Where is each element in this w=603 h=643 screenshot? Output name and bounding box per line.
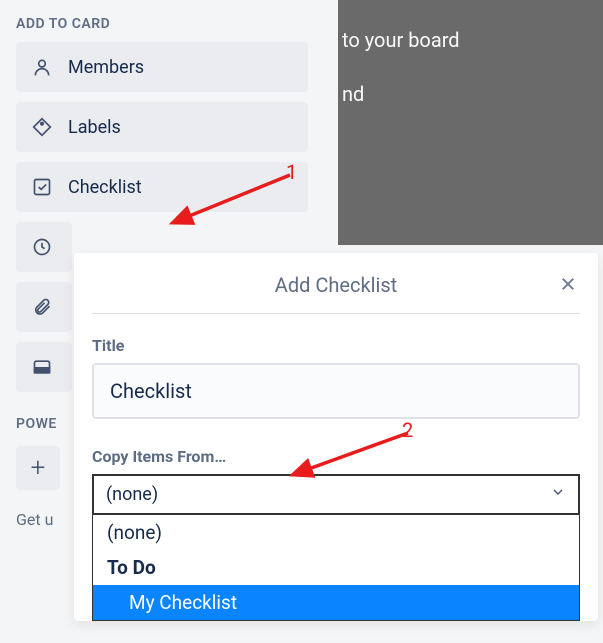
select-value: (none) bbox=[106, 484, 158, 505]
background-text: nd bbox=[342, 82, 364, 106]
add-powerup-button[interactable]: + bbox=[16, 446, 60, 490]
chevron-down-icon bbox=[550, 484, 566, 505]
person-icon bbox=[30, 55, 54, 79]
copy-from-label: Copy Items From… bbox=[92, 447, 580, 466]
tag-icon bbox=[30, 115, 54, 139]
checklist-button[interactable]: Checklist bbox=[16, 162, 308, 212]
background-text: to your board bbox=[342, 28, 460, 52]
add-checklist-popover: Add Checklist Title Copy Items From… (no… bbox=[74, 253, 598, 621]
modal-backdrop: to your board nd bbox=[338, 0, 603, 245]
button-label: Members bbox=[68, 57, 144, 78]
button-label: Checklist bbox=[68, 177, 142, 198]
popover-title: Add Checklist bbox=[92, 267, 580, 314]
copy-from-dropdown: (none) To Do My Checklist bbox=[92, 515, 580, 621]
attachment-button[interactable] bbox=[16, 282, 72, 332]
cover-icon bbox=[30, 355, 54, 379]
plus-icon: + bbox=[31, 453, 46, 483]
dropdown-option-none[interactable]: (none) bbox=[93, 515, 579, 550]
dropdown-group-todo: To Do bbox=[93, 550, 579, 585]
paperclip-icon bbox=[30, 295, 54, 319]
members-button[interactable]: Members bbox=[16, 42, 308, 92]
dates-button[interactable] bbox=[16, 222, 72, 272]
labels-button[interactable]: Labels bbox=[16, 102, 308, 152]
cover-button[interactable] bbox=[16, 342, 72, 392]
clock-icon bbox=[30, 235, 54, 259]
copy-from-select[interactable]: (none) bbox=[92, 474, 580, 515]
title-label: Title bbox=[92, 336, 580, 355]
check-square-icon bbox=[30, 175, 54, 199]
checklist-title-input[interactable] bbox=[92, 363, 580, 419]
dropdown-option-mychecklist[interactable]: My Checklist bbox=[93, 585, 579, 620]
button-label: Labels bbox=[68, 117, 121, 138]
close-icon[interactable] bbox=[556, 272, 580, 296]
section-header: ADD TO CARD bbox=[16, 16, 322, 32]
